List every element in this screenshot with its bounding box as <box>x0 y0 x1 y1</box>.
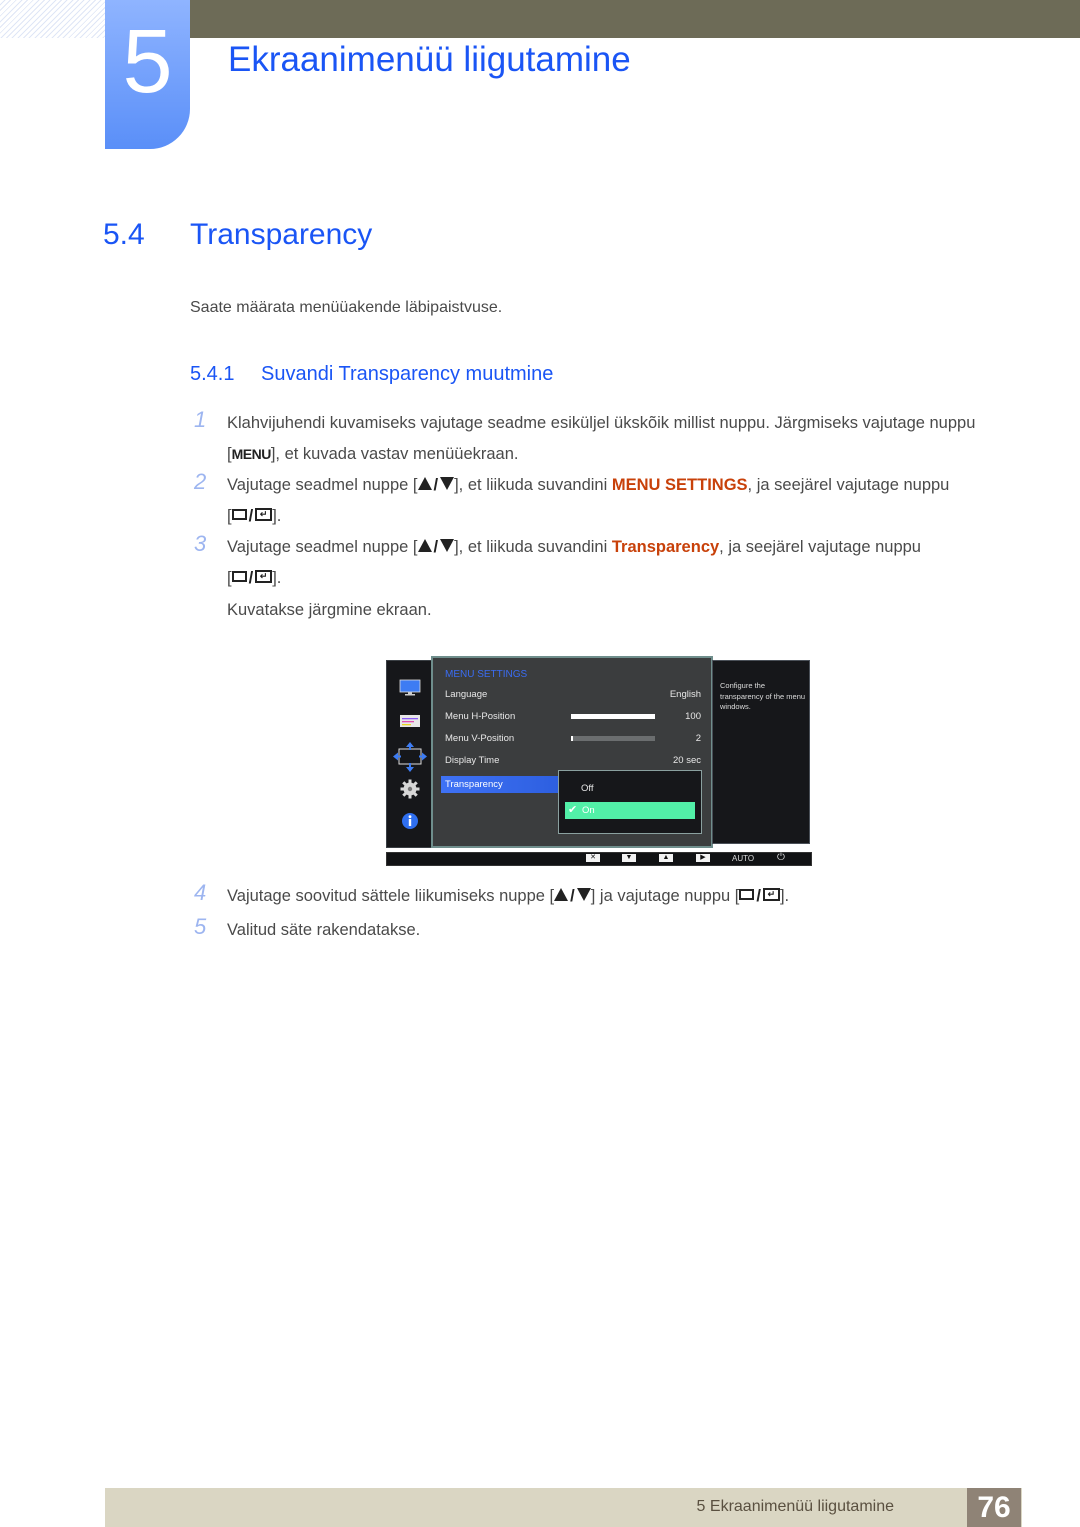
osd-row-label: Display Time <box>445 755 500 766</box>
osd-option-on-selected[interactable]: ✔ On <box>565 802 695 819</box>
source-key-icon <box>231 571 247 583</box>
osd-row-value: 2 <box>695 733 701 744</box>
step-text: ] ja vajutage nuppu [ <box>590 887 740 905</box>
osd-row-language[interactable]: Language English <box>445 687 701 703</box>
osd-option-label: On <box>582 805 595 816</box>
enter-key-icon: ↵ <box>255 570 273 584</box>
osd-help-panel: Configure the transparency of the menu w… <box>712 660 810 844</box>
osd-row-label: Menu V-Position <box>445 733 515 744</box>
step-number: 3 <box>194 531 207 556</box>
osd-row-menu-h-position[interactable]: Menu H-Position 100 <box>445 709 701 725</box>
slash-separator: / <box>248 507 254 525</box>
step-text: ], et liikuda suvandini <box>454 476 612 494</box>
osd-row-transparency-selected[interactable]: Transparency <box>441 776 559 793</box>
osd-row-label: Menu H-Position <box>445 711 516 722</box>
step-text: ]. <box>272 507 282 525</box>
page-footer: 5 Ekraanimenüü liigutamine 76 <box>105 1488 1022 1527</box>
picture-settings-icon <box>400 715 420 727</box>
header-bar <box>190 0 1080 38</box>
osd-option-off[interactable]: Off <box>581 783 594 794</box>
step-text: Vajutage soovitud sättele liikumiseks nu… <box>227 887 555 905</box>
step-text: Valitud säte rakendatakse. <box>227 921 421 939</box>
osd-slider-fill <box>571 714 655 719</box>
step-1: 1 Klahvijuhendi kuvamiseks vajutage sead… <box>190 407 1010 470</box>
osd-row-value: 20 sec <box>673 755 701 766</box>
down-arrow-icon[interactable]: ▼ <box>622 854 636 862</box>
up-arrow-icon[interactable]: ▲ <box>659 854 673 862</box>
step-text: Vajutage seadmel nuppe [ <box>227 476 418 494</box>
osd-row-value: 100 <box>685 711 701 722</box>
osd-help-text: Configure the transparency of the menu w… <box>720 681 806 711</box>
osd-row-value: English <box>669 689 701 700</box>
checkmark-icon: ✔ <box>568 804 578 816</box>
step-text: Vajutage seadmel nuppe [ <box>227 538 418 556</box>
osd-row-display-time[interactable]: Display Time 20 sec <box>445 753 701 769</box>
slash-separator: / <box>570 887 575 905</box>
highlight-menu-settings: MENU SETTINGS <box>611 476 748 494</box>
position-arrows-icon <box>393 742 427 772</box>
step-3: 3 Vajutage seadmel nuppe [ / ], et liikuda… <box>190 531 1010 626</box>
footer-chapter-label: 5 Ekraanimenüü liigutamine <box>696 1498 894 1515</box>
gear-icon <box>400 779 420 799</box>
step-text: ]. <box>779 887 790 905</box>
osd-slider-fill <box>571 736 573 741</box>
step-number: 1 <box>194 407 207 432</box>
auto-button[interactable]: AUTO <box>732 853 754 864</box>
up-arrow-icon <box>417 539 432 553</box>
step-text: , ja seejärel vajutage nuppu <box>747 476 950 494</box>
subsection-title: Suvandi Transparency muutmine <box>261 363 554 385</box>
osd-button-guide: ✕ ▼ ▲ ▶ AUTO ⏻ <box>386 852 812 866</box>
step-number: 4 <box>194 880 207 905</box>
osd-sidebar <box>386 660 434 848</box>
osd-options-popup: Off ✔ On <box>558 770 702 834</box>
slash-separator: / <box>433 538 439 556</box>
slash-separator: / <box>756 887 761 905</box>
highlight-transparency: Transparency <box>611 538 720 556</box>
subsection-number: 5.4.1 <box>190 363 235 385</box>
osd-row-menu-v-position[interactable]: Menu V-Position 2 <box>445 731 701 747</box>
osd-row-label: Transparency <box>445 779 503 790</box>
slash-separator: / <box>433 476 439 494</box>
slash-separator: / <box>248 569 254 587</box>
osd-menu-panel: MENU SETTINGS Language English Menu H-Po… <box>431 656 713 848</box>
source-key-icon <box>739 889 755 901</box>
chapter-number: 5 <box>122 12 173 112</box>
down-arrow-icon <box>576 888 591 902</box>
step-text: , ja seejärel vajutage nuppu <box>719 538 921 556</box>
power-icon[interactable]: ⏻ <box>777 852 785 864</box>
info-icon <box>402 813 418 829</box>
close-icon[interactable]: ✕ <box>586 854 600 862</box>
step-5: 5 Valitud säte rakendatakse. <box>190 914 1010 946</box>
step-2: 2 Vajutage seadmel nuppe [ / ], et liikuda… <box>190 469 1010 532</box>
step-note: Kuvatakse järgmine ekraan. <box>227 601 432 619</box>
up-arrow-icon <box>554 888 569 902</box>
osd-row-label: Language <box>445 689 488 700</box>
down-arrow-icon <box>440 539 455 553</box>
menu-key-icon: MENU <box>231 446 272 462</box>
chapter-title: Ekraanimenüü liigutamine <box>228 40 631 79</box>
osd-menu-heading: MENU SETTINGS <box>445 669 528 680</box>
play-enter-icon[interactable]: ▶ <box>696 854 710 862</box>
down-arrow-icon <box>440 477 455 491</box>
header-hatch-decoration <box>0 0 106 38</box>
enter-key-icon: ↵ <box>762 888 780 902</box>
step-text: ], et liikuda suvandini <box>454 538 612 556</box>
enter-key-icon: ↵ <box>255 508 273 522</box>
step-text: ], et kuvada vastav menüüekraan. <box>270 445 519 463</box>
step-number: 5 <box>194 914 207 939</box>
section-intro: Saate määrata menüüakende läbipaistvuse. <box>190 299 503 316</box>
source-key-icon <box>231 509 247 521</box>
monitor-icon <box>399 679 421 696</box>
step-4: 4 Vajutage soovitud sättele liikumiseks … <box>190 880 1010 912</box>
up-arrow-icon <box>417 477 432 491</box>
page-number: 76 <box>967 1488 1021 1527</box>
osd-screenshot: MENU SETTINGS Language English Menu H-Po… <box>386 656 812 866</box>
step-text: ]. <box>272 569 282 587</box>
section-number: 5.4 <box>103 218 145 251</box>
osd-slider-v-position[interactable] <box>571 736 655 741</box>
chapter-tab: 5 <box>105 0 190 149</box>
step-number: 2 <box>194 469 207 494</box>
osd-slider-h-position[interactable] <box>571 714 655 719</box>
section-title: Transparency <box>190 218 373 251</box>
